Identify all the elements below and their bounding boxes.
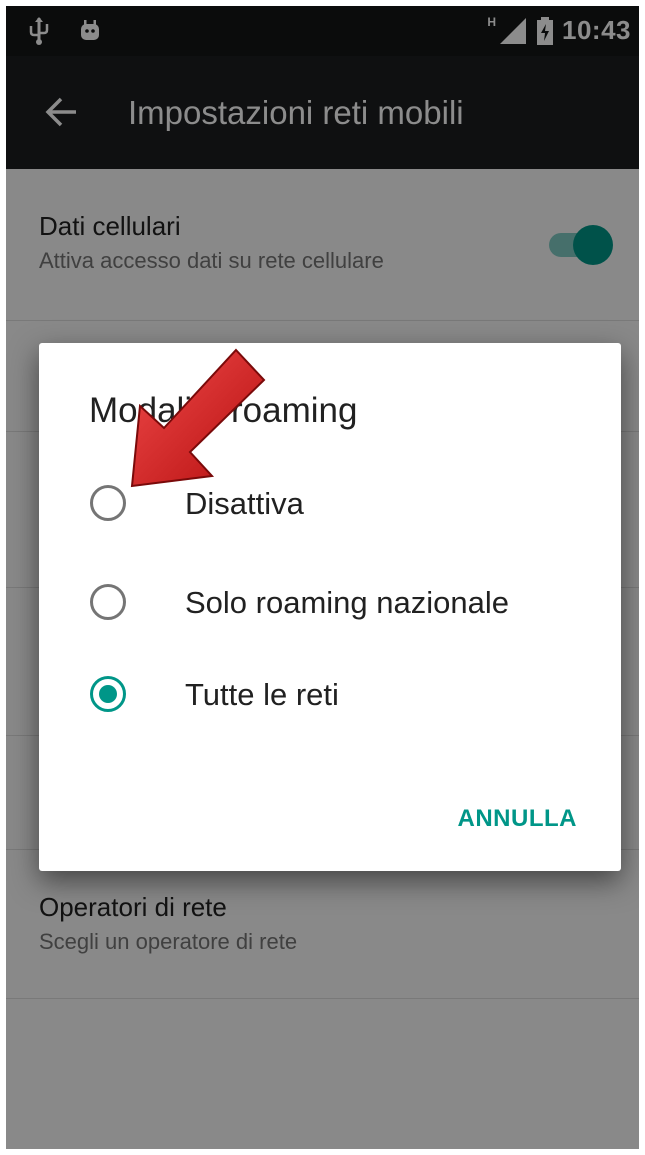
cancel-button[interactable]: ANNULLA: [458, 805, 577, 833]
radio-option-label: Tutte le reti: [185, 677, 339, 712]
radio-dot: [99, 685, 117, 703]
radio-option-solo-roaming-nazionale[interactable]: Solo roaming nazionale: [39, 558, 621, 648]
annotation-arrow-icon: [130, 348, 266, 488]
phone-screen: H 10:43 Impostazioni reti mobili Dati ce…: [6, 6, 639, 1149]
radio-checked-icon[interactable]: [90, 676, 126, 712]
radio-unchecked-icon[interactable]: [90, 584, 126, 620]
radio-option-label: Solo roaming nazionale: [185, 585, 509, 620]
radio-option-tutte-le-reti[interactable]: Tutte le reti: [39, 650, 621, 740]
